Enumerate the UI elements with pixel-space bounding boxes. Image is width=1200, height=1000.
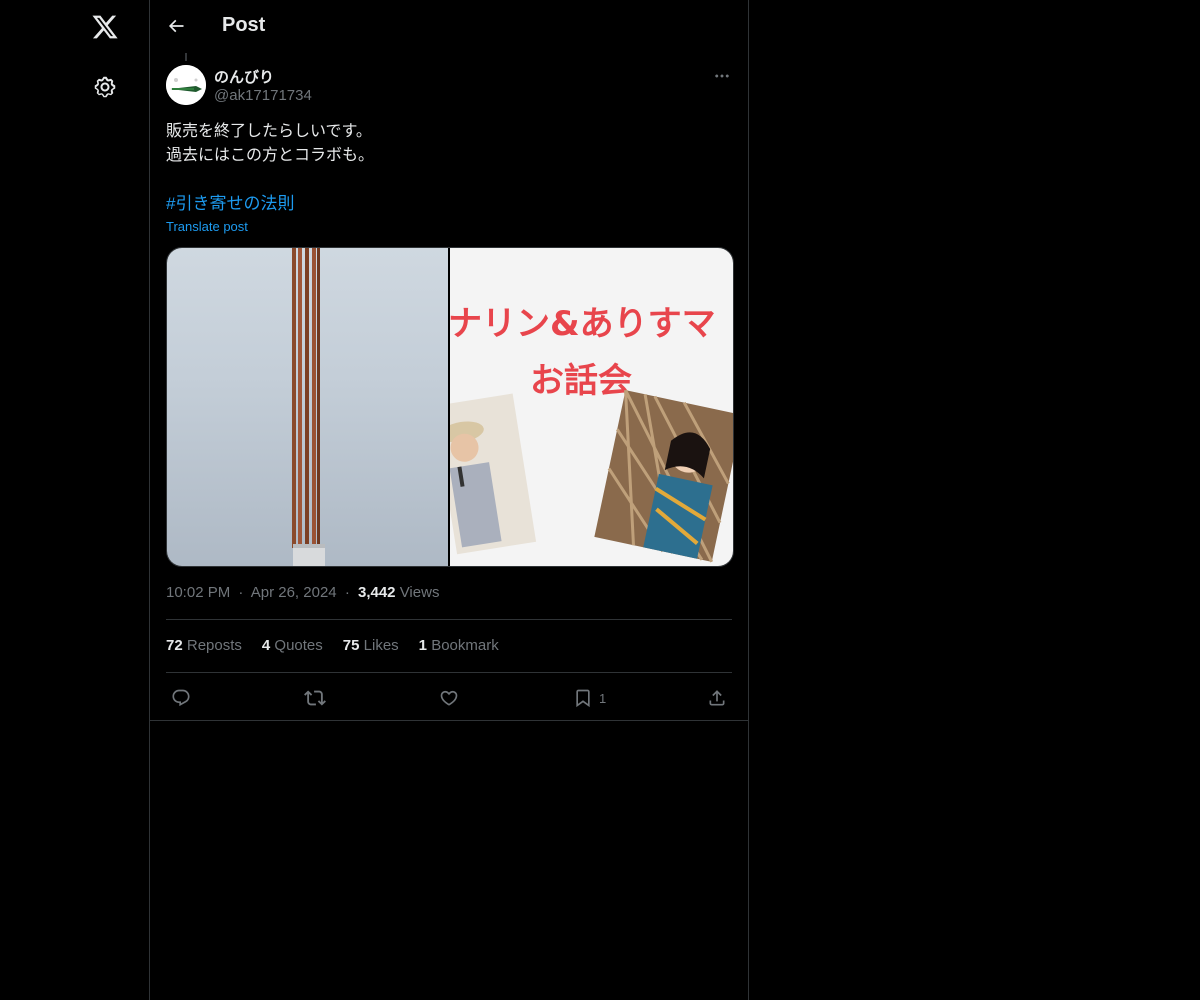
divider	[166, 619, 732, 620]
post-text-line: 販売を終了したらしいです。	[166, 123, 372, 140]
more-options-button[interactable]	[708, 62, 736, 90]
post-text-line: 過去にはこの方とコラボも。	[166, 147, 375, 164]
divider	[150, 720, 748, 721]
views-count: 3,442	[357, 584, 396, 601]
reply-icon	[172, 689, 190, 707]
post-media: ナリン&ありすマ お話会	[166, 247, 734, 567]
likes-count: 75	[342, 637, 360, 654]
like-button[interactable]	[439, 684, 459, 712]
arrow-left-icon	[168, 19, 184, 33]
likes-stat[interactable]: 75 Likes	[343, 637, 399, 654]
share-button[interactable]	[707, 684, 727, 712]
heart-icon	[440, 690, 458, 706]
quotes-count: 4	[261, 637, 271, 654]
bookmarks-count: 1	[418, 637, 428, 654]
hashtag-link[interactable]: #引き寄せの法則	[166, 192, 294, 216]
promo-photos	[450, 389, 733, 563]
post-meta: 10:02 PM · Apr 26, 2024 · 3,442 Views	[166, 584, 439, 601]
avatar[interactable]	[166, 65, 206, 105]
repost-icon	[304, 690, 326, 706]
main-column: Post のんびり @ak17171734 販売を終了したらしいです。 過去には…	[150, 0, 749, 1000]
thread-line	[185, 53, 187, 61]
back-button[interactable]	[158, 8, 194, 44]
copper-rods-image	[292, 248, 325, 566]
repost-button[interactable]	[304, 684, 326, 712]
author-name[interactable]: のんびり	[214, 66, 274, 87]
translate-post-link[interactable]: Translate post	[166, 219, 248, 234]
post-date[interactable]: Apr 26, 2024	[251, 584, 337, 601]
page-title: Post	[222, 14, 266, 36]
x-logo-icon[interactable]	[83, 5, 127, 49]
ellipsis-icon	[715, 74, 729, 78]
bookmarks-stat[interactable]: 1 Bookmark	[419, 637, 499, 654]
views-label: Views	[399, 584, 440, 601]
post-time[interactable]: 10:02 PM	[166, 584, 230, 601]
bookmark-count: 1	[599, 690, 607, 706]
meta-separator: ·	[238, 584, 244, 601]
likes-label: Likes	[363, 637, 399, 654]
share-icon	[709, 690, 725, 706]
quotes-label: Quotes	[274, 637, 323, 654]
quotes-stat[interactable]: 4 Quotes	[262, 637, 323, 654]
left-nav	[0, 0, 150, 1000]
reposts-stat[interactable]: 72 Reposts	[166, 637, 242, 654]
page-header: Post	[150, 0, 748, 53]
reply-button[interactable]	[171, 684, 191, 712]
gear-icon[interactable]	[83, 65, 127, 109]
bookmark-icon	[576, 689, 590, 708]
engagement-stats: 72 Reposts 4 Quotes 75 Likes 1 Bookmark	[166, 637, 519, 654]
media-image-rods[interactable]	[167, 248, 448, 566]
divider	[166, 672, 732, 673]
bookmarks-label: Bookmark	[431, 637, 499, 654]
avatar-image	[166, 65, 206, 105]
bookmark-button[interactable]: 1	[573, 684, 606, 712]
post-text: 販売を終了したらしいです。 過去にはこの方とコラボも。	[166, 120, 732, 168]
author-handle[interactable]: @ak17171734	[214, 87, 312, 104]
media-image-promo[interactable]: ナリン&ありすマ お話会	[450, 248, 733, 566]
reposts-label: Reposts	[186, 637, 242, 654]
meta-separator: ·	[344, 584, 350, 601]
reposts-count: 72	[166, 637, 183, 654]
action-bar: 1	[166, 684, 732, 712]
